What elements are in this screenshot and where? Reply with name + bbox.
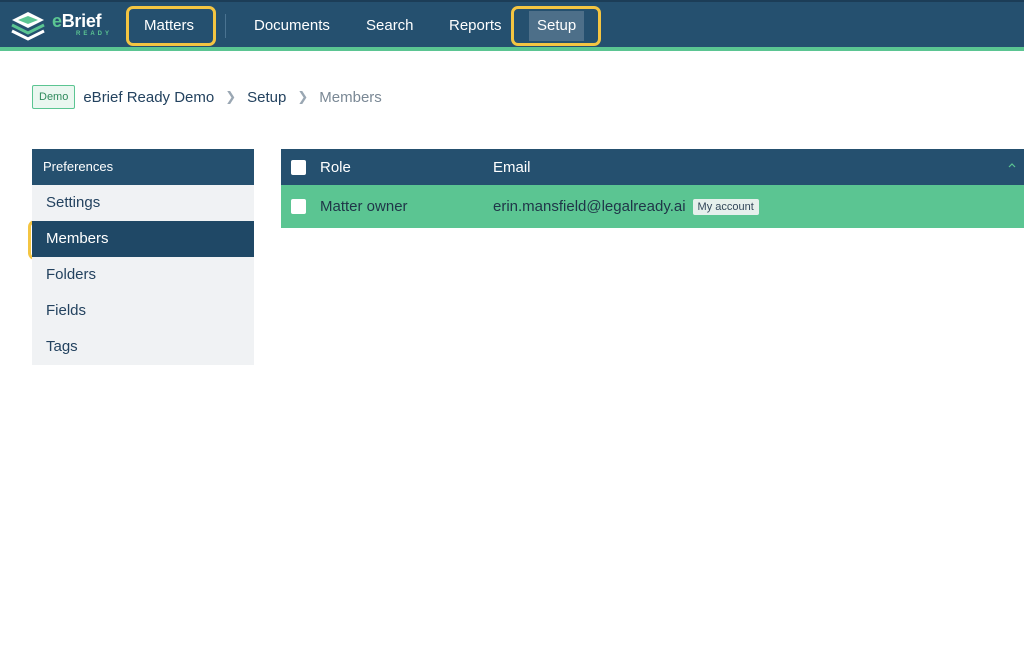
nav-matters[interactable]: Matters bbox=[136, 2, 202, 49]
top-nav-bar: eBrief READY Matters Documents Search Re… bbox=[0, 0, 1024, 51]
nav-reports[interactable]: Reports bbox=[441, 2, 510, 49]
column-header-role[interactable]: Role bbox=[320, 159, 493, 176]
column-header-email[interactable]: Email bbox=[493, 159, 531, 176]
logo-subtitle: READY bbox=[76, 31, 113, 37]
email-text: erin.mansfield@legalready.ai bbox=[493, 198, 686, 215]
row-checkbox[interactable] bbox=[291, 199, 306, 214]
sidebar-header: Preferences bbox=[32, 149, 254, 185]
select-all-checkbox[interactable] bbox=[291, 159, 306, 175]
table-header: Role Email bbox=[281, 149, 1024, 185]
my-account-badge: My account bbox=[692, 198, 759, 215]
chevron-right-icon: ❯ bbox=[225, 89, 237, 104]
sidebar-item-folders[interactable]: Folders bbox=[32, 257, 254, 293]
logo-stack-icon bbox=[11, 12, 45, 41]
logo-wordmark: eBrief bbox=[52, 11, 102, 31]
sidebar-item-members[interactable]: Members bbox=[32, 221, 254, 257]
sidebar-item-tags[interactable]: Tags bbox=[32, 329, 254, 365]
nav-divider bbox=[225, 14, 226, 38]
breadcrumb-setup[interactable]: Setup bbox=[247, 89, 286, 106]
nav-search[interactable]: Search bbox=[358, 2, 422, 49]
breadcrumb-matter[interactable]: eBrief Ready Demo bbox=[83, 89, 214, 106]
sidebar-item-fields[interactable]: Fields bbox=[32, 293, 254, 329]
chevron-right-icon: ❯ bbox=[297, 89, 309, 104]
demo-badge: Demo bbox=[32, 85, 76, 109]
nav-setup[interactable]: Setup bbox=[529, 11, 585, 41]
breadcrumb: Demo eBrief Ready Demo ❯ Setup ❯ Members bbox=[32, 84, 382, 110]
chevron-up-icon[interactable] bbox=[1008, 161, 1016, 169]
sidebar-item-settings[interactable]: Settings bbox=[32, 185, 254, 221]
breadcrumb-members: Members bbox=[319, 88, 382, 106]
nav-documents[interactable]: Documents bbox=[246, 2, 338, 49]
cell-role: Matter owner bbox=[320, 198, 408, 215]
table-row[interactable]: Matter owner erin.mansfield@legalready.a… bbox=[281, 185, 1024, 228]
cell-email: erin.mansfield@legalready.ai My account bbox=[493, 198, 759, 215]
setup-sidebar: Preferences Settings Members Folders Fie… bbox=[32, 149, 254, 365]
app-logo[interactable]: eBrief READY bbox=[10, 10, 110, 42]
members-table: Role Email Matter owner erin.mansfield@l… bbox=[281, 149, 1024, 228]
